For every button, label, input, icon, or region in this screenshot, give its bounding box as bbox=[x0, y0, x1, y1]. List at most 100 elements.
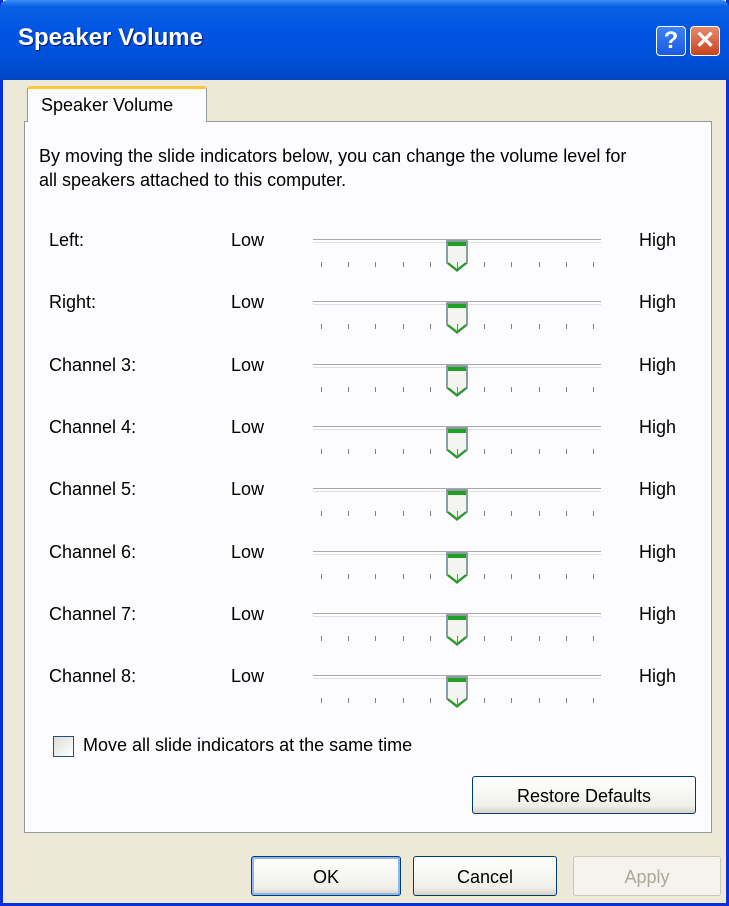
tick-mark bbox=[321, 324, 322, 329]
tick-mark bbox=[348, 449, 349, 454]
tick-mark bbox=[430, 636, 431, 641]
volume-slider-track[interactable] bbox=[313, 551, 601, 584]
volume-row: Channel 3: Low High bbox=[25, 351, 713, 397]
tick-mark bbox=[430, 324, 431, 329]
tick-mark bbox=[375, 636, 376, 641]
tick-mark bbox=[593, 636, 594, 641]
volume-slider-track[interactable] bbox=[313, 364, 601, 397]
tab-panel: By moving the slide indicators below, yo… bbox=[24, 121, 712, 833]
help-button[interactable]: ? bbox=[656, 26, 686, 56]
tick-mark bbox=[511, 387, 512, 392]
volume-slider-track[interactable] bbox=[313, 426, 601, 459]
tick-mark bbox=[593, 449, 594, 454]
slider-tick-marks bbox=[313, 262, 601, 269]
tick-mark bbox=[539, 449, 540, 454]
low-label: Low bbox=[231, 355, 265, 375]
tab-speaker-volume[interactable]: Speaker Volume bbox=[27, 86, 207, 122]
volume-slider-track[interactable] bbox=[313, 613, 601, 646]
tick-mark bbox=[593, 511, 594, 516]
tick-mark bbox=[593, 574, 594, 579]
tick-mark bbox=[457, 698, 458, 705]
tick-mark bbox=[566, 262, 567, 267]
tick-mark bbox=[321, 636, 322, 641]
slider-tick-marks bbox=[313, 636, 601, 643]
slider-tick-marks bbox=[313, 698, 601, 705]
tick-mark bbox=[457, 262, 458, 269]
slider-tick-marks bbox=[313, 449, 601, 456]
tick-mark bbox=[430, 387, 431, 392]
cancel-button[interactable]: Cancel bbox=[413, 856, 557, 896]
close-button[interactable]: ✕ bbox=[690, 26, 720, 56]
high-label: High bbox=[639, 666, 677, 686]
sync-sliders-label[interactable]: Move all slide indicators at the same ti… bbox=[83, 735, 412, 756]
tick-mark bbox=[457, 324, 458, 331]
sync-sliders-option[interactable]: Move all slide indicators at the same ti… bbox=[53, 734, 483, 760]
volume-slider-track[interactable] bbox=[313, 675, 601, 708]
tick-mark bbox=[375, 698, 376, 703]
volume-row: Channel 5: Low High bbox=[25, 475, 713, 521]
apply-button: Apply bbox=[573, 856, 721, 896]
tick-mark bbox=[484, 698, 485, 703]
tick-mark bbox=[430, 574, 431, 579]
tick-mark bbox=[566, 636, 567, 641]
tick-mark bbox=[566, 324, 567, 329]
channel-label: Right: bbox=[49, 292, 97, 312]
low-label: Low bbox=[231, 479, 265, 499]
tick-mark bbox=[403, 387, 404, 392]
tick-mark bbox=[484, 574, 485, 579]
volume-row: Right: Low High bbox=[25, 288, 713, 334]
tick-mark bbox=[484, 324, 485, 329]
volume-slider-track[interactable] bbox=[313, 239, 601, 272]
high-label: High bbox=[639, 479, 677, 499]
slider-tick-marks bbox=[313, 511, 601, 518]
tick-mark bbox=[511, 511, 512, 516]
tick-mark bbox=[511, 636, 512, 641]
tick-mark bbox=[539, 511, 540, 516]
high-label: High bbox=[639, 542, 677, 562]
volume-slider-track[interactable] bbox=[313, 301, 601, 334]
tick-mark bbox=[348, 387, 349, 392]
tick-mark bbox=[321, 262, 322, 267]
tick-mark bbox=[457, 387, 458, 394]
high-label: High bbox=[639, 417, 677, 437]
channel-label: Channel 5: bbox=[49, 479, 137, 499]
tick-mark bbox=[484, 636, 485, 641]
low-label: Low bbox=[231, 666, 265, 686]
tick-mark bbox=[375, 262, 376, 267]
tick-mark bbox=[375, 324, 376, 329]
volume-row: Channel 6: Low High bbox=[25, 538, 713, 584]
tick-mark bbox=[539, 698, 540, 703]
close-icon: ✕ bbox=[694, 27, 716, 54]
slider-tick-marks bbox=[313, 324, 601, 331]
tick-mark bbox=[403, 636, 404, 641]
tick-mark bbox=[457, 636, 458, 643]
tick-mark bbox=[566, 574, 567, 579]
high-label: High bbox=[639, 230, 677, 250]
speaker-volume-dialog: Speaker Volume ? ✕ Speaker Volume By mov… bbox=[0, 0, 729, 906]
tick-mark bbox=[457, 574, 458, 581]
volume-slider-track[interactable] bbox=[313, 488, 601, 521]
restore-defaults-button[interactable]: Restore Defaults bbox=[472, 776, 696, 814]
volume-row: Channel 4: Low High bbox=[25, 413, 713, 459]
channel-label: Left: bbox=[49, 230, 85, 250]
tick-mark bbox=[348, 511, 349, 516]
tick-mark bbox=[430, 262, 431, 267]
high-label: High bbox=[639, 604, 677, 624]
tick-mark bbox=[321, 511, 322, 516]
low-label: Low bbox=[231, 292, 265, 312]
tick-mark bbox=[539, 262, 540, 267]
high-label: High bbox=[639, 355, 677, 375]
tick-mark bbox=[348, 262, 349, 267]
volume-row: Channel 7: Low High bbox=[25, 600, 713, 646]
channel-label: Channel 4: bbox=[49, 417, 137, 437]
title-bar[interactable]: Speaker Volume ? ✕ bbox=[0, 0, 729, 80]
sync-sliders-checkbox[interactable] bbox=[53, 736, 74, 757]
low-label: Low bbox=[231, 542, 265, 562]
help-icon: ? bbox=[663, 27, 679, 54]
ok-button[interactable]: OK bbox=[251, 856, 401, 896]
channel-label: Channel 6: bbox=[49, 542, 137, 562]
slider-tick-marks bbox=[313, 387, 601, 394]
tick-mark bbox=[539, 636, 540, 641]
tab-label: Speaker Volume bbox=[41, 95, 174, 115]
tick-mark bbox=[566, 698, 567, 703]
